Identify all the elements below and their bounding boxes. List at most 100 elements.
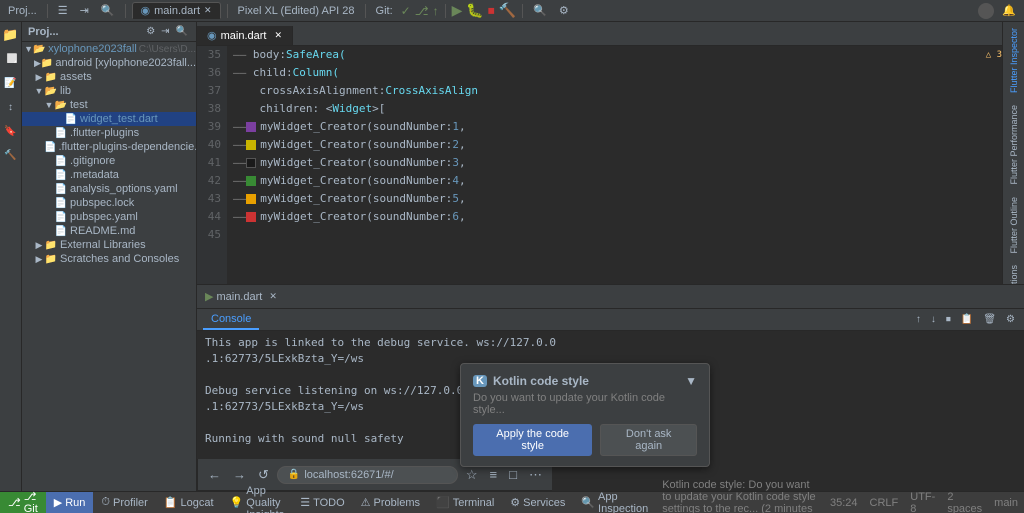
- tree-item-gitignore[interactable]: 📄 .gitignore: [22, 154, 196, 168]
- profiler-icon: ⏱: [101, 496, 110, 509]
- bookmarks-icon[interactable]: ☆: [462, 465, 482, 485]
- tree-item-lib[interactable]: ▼ 📂 lib: [22, 84, 196, 98]
- run-button[interactable]: ▶: [452, 2, 463, 19]
- structure-icon[interactable]: ☰: [54, 4, 72, 17]
- problems-status-item[interactable]: ⚠ Problems: [353, 492, 428, 513]
- project-dropdown[interactable]: Proj...: [4, 5, 41, 17]
- tree-label: Scratches and Consoles: [60, 253, 179, 265]
- console-copy-btn[interactable]: 📋: [958, 313, 976, 326]
- crlf-indicator[interactable]: CRLF: [864, 497, 905, 509]
- code-line-42: —— myWidget_Creator(soundNumber: 4,: [233, 172, 1002, 190]
- notification-text: Do you want to update your Kotlin code s…: [473, 392, 697, 416]
- avatar-icon[interactable]: [978, 3, 994, 19]
- stop-button[interactable]: ⏹: [488, 2, 495, 19]
- app-quality-status-item[interactable]: 💡 App Quality Insights: [222, 492, 293, 513]
- flutter-inspector-tab[interactable]: Flutter Inspector: [1007, 22, 1021, 99]
- run-tab-header[interactable]: ▶ main.dart ✕: [197, 287, 285, 306]
- console-down-btn[interactable]: ↓: [928, 313, 939, 326]
- tree-arrow: ▶: [34, 72, 44, 83]
- app-inspection-status-item[interactable]: 🔍 App Inspection: [573, 492, 656, 513]
- new-tab-icon[interactable]: □: [505, 465, 521, 484]
- status-message: Kotlin code style: Do you want to update…: [656, 479, 824, 513]
- console-clear-btn[interactable]: 🗑: [980, 313, 999, 326]
- notification-dropdown-icon[interactable]: ▼: [685, 374, 697, 388]
- profiler-status-item[interactable]: ⏱ Profiler: [93, 492, 155, 513]
- indent-indicator[interactable]: 2 spaces: [941, 491, 988, 513]
- url-bar[interactable]: 🔒 localhost:62671/#/: [277, 466, 458, 484]
- tree-label: test: [70, 99, 88, 111]
- tree-item-pubspec-lock[interactable]: 📄 pubspec.lock: [22, 196, 196, 210]
- tree-item-ext-libs[interactable]: ▶ 📁 External Libraries: [22, 238, 196, 252]
- editor-tab-main[interactable]: ◉ main.dart ✕: [197, 26, 293, 45]
- code-line-37: crossAxisAlignment: CrossAxisAlign: [233, 82, 1002, 100]
- reader-icon[interactable]: ≡: [486, 465, 502, 484]
- indent-icon[interactable]: ⇥: [76, 4, 93, 17]
- git-push-icon[interactable]: ↑: [433, 4, 439, 18]
- sidebar-icon-commit[interactable]: 📝: [2, 74, 20, 92]
- sidebar-icon-pullrequest[interactable]: ↕: [2, 98, 20, 116]
- close-icon[interactable]: ✕: [204, 5, 212, 16]
- tree-item-flutter-plugins[interactable]: 📄 .flutter-plugins: [22, 126, 196, 140]
- tree-item-pubspec-yaml[interactable]: 📄 pubspec.yaml: [22, 210, 196, 224]
- logcat-status-item[interactable]: 📋 Logcat: [156, 492, 222, 513]
- dont-ask-btn[interactable]: Don't ask again: [600, 424, 697, 456]
- git-check-icon[interactable]: ✓: [401, 4, 411, 18]
- tree-item-flutter-plugins-dep[interactable]: 📄 .flutter-plugins-dependencie...: [22, 140, 196, 154]
- git-label: ⎇ Git: [24, 490, 38, 513]
- console-tab[interactable]: Console: [203, 310, 259, 330]
- editor-content[interactable]: 35 36 37 38 39 40 41 42 43 44: [197, 46, 1002, 284]
- tree-arrow: ▼: [34, 86, 44, 96]
- sidebar-icon-build[interactable]: 🔨: [2, 146, 20, 164]
- run-status-item[interactable]: ▶ Run: [46, 492, 94, 513]
- search-icon[interactable]: 🔍: [97, 4, 119, 17]
- tree-item-metadata[interactable]: 📄 .metadata: [22, 168, 196, 182]
- tree-item-root[interactable]: ▼ 📂 xylophone2023fall C:\Users\D...: [22, 42, 196, 56]
- flutter-notifications-tab[interactable]: Notifications: [1007, 259, 1021, 284]
- tree-item-analysis[interactable]: 📄 analysis_options.yaml: [22, 182, 196, 196]
- close-tab-icon[interactable]: ✕: [274, 30, 282, 41]
- console-up-btn[interactable]: ↑: [913, 313, 924, 326]
- back-button[interactable]: ←: [204, 465, 225, 484]
- tree-item-test[interactable]: ▼ 📂 test: [22, 98, 196, 112]
- git-status-item[interactable]: ⎇ ⎇ Git: [0, 492, 46, 513]
- sidebar-icon-resource[interactable]: ⬜: [2, 50, 20, 68]
- search-icon2[interactable]: 🔍: [529, 4, 551, 17]
- console-settings-btn[interactable]: ⚙: [1003, 313, 1018, 326]
- run-tab-close[interactable]: ✕: [269, 291, 277, 302]
- menu-icon[interactable]: ⋯: [525, 465, 546, 485]
- tree-item-assets[interactable]: ▶ 📁 assets: [22, 70, 196, 84]
- terminal-status-item[interactable]: ⬛ Terminal: [428, 492, 502, 513]
- encoding-indicator[interactable]: UTF-8: [904, 491, 941, 513]
- panel-search-btn[interactable]: 🔍: [174, 25, 190, 38]
- sidebar-icon-project[interactable]: 📁: [2, 26, 20, 44]
- settings-icon[interactable]: ⚙: [555, 4, 573, 17]
- panel-settings-btn[interactable]: ⚙: [144, 25, 157, 38]
- services-status-item[interactable]: ⚙ Services: [502, 492, 573, 513]
- folder-icon: 📂: [44, 86, 58, 97]
- git-branch-icon[interactable]: ⎇: [415, 4, 429, 18]
- panel-collapse-btn[interactable]: ⇥: [159, 25, 171, 38]
- notifications-icon[interactable]: 🔔: [998, 4, 1020, 17]
- tree-item-readme[interactable]: 📄 README.md: [22, 224, 196, 238]
- editor-tab-main[interactable]: ◉ main.dart ✕: [132, 2, 221, 19]
- reload-button[interactable]: ↺: [254, 465, 273, 485]
- code-line-38: children: <Widget>[: [233, 100, 1002, 118]
- sidebar-icon-bookmarks[interactable]: 🔖: [2, 122, 20, 140]
- flutter-outline-tab[interactable]: Flutter Outline: [1007, 191, 1021, 260]
- build-button[interactable]: 🔨: [499, 2, 516, 19]
- app-quality-label: App Quality Insights: [246, 485, 284, 513]
- code-area[interactable]: —— body: SafeArea( △ 3 —— child: Column(…: [227, 46, 1002, 284]
- run-icon: ▶: [54, 496, 62, 509]
- forward-button[interactable]: →: [229, 465, 250, 484]
- flutter-performance-tab[interactable]: Flutter Performance: [1007, 99, 1021, 191]
- left-sidebar: 📁 ⬜ 📝 ↕ 🔖 🔨: [0, 22, 22, 491]
- tree-item-android[interactable]: ▶ 📁 android [xylophone2023fall...: [22, 56, 196, 70]
- device-selector[interactable]: Pixel XL (Edited) API 28: [234, 5, 359, 17]
- console-stop-btn[interactable]: ⏹: [943, 313, 954, 326]
- tree-item-scratches[interactable]: ▶ 📁 Scratches and Consoles: [22, 252, 196, 266]
- apply-code-style-btn[interactable]: Apply the code style: [473, 424, 592, 456]
- tree-label: .flutter-plugins-dependencie...: [58, 141, 196, 153]
- debug-button[interactable]: 🐛: [466, 2, 483, 19]
- tree-item-widget-test[interactable]: 📄 widget_test.dart: [22, 112, 196, 126]
- todo-status-item[interactable]: ☰ TODO: [292, 492, 352, 513]
